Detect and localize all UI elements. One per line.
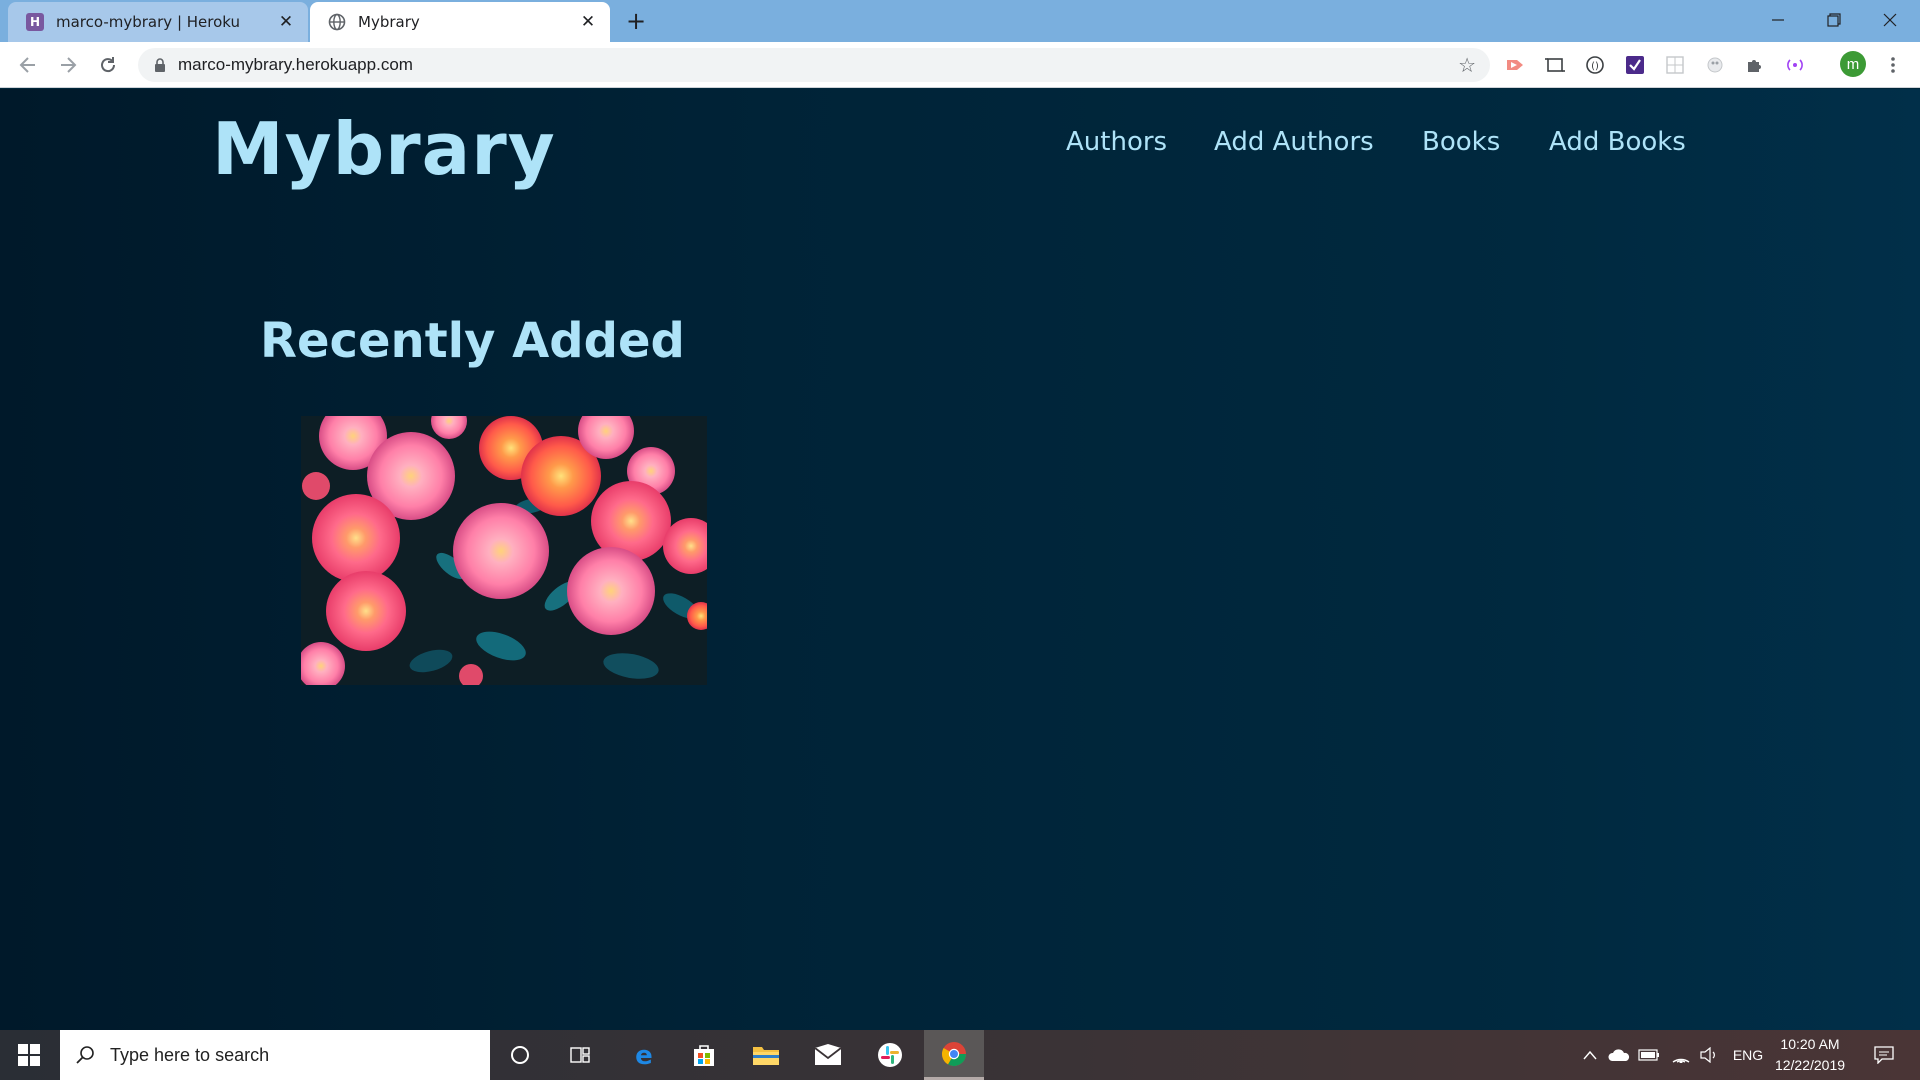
cortana-icon[interactable] bbox=[490, 1030, 550, 1080]
new-tab-button[interactable]: + bbox=[622, 7, 650, 35]
back-icon[interactable] bbox=[14, 51, 42, 79]
browser-toolbar: marco-mybrary.herokuapp.com ☆ () bbox=[0, 42, 1920, 88]
close-icon[interactable]: ✕ bbox=[274, 10, 298, 34]
taskbar-search[interactable]: Type here to search bbox=[60, 1030, 490, 1080]
bookmark-star-icon[interactable]: ☆ bbox=[1458, 53, 1476, 77]
nav-authors[interactable]: Authors bbox=[1066, 127, 1167, 157]
show-hidden-icons[interactable] bbox=[1578, 1030, 1602, 1080]
bubble-extension-icon[interactable] bbox=[1704, 54, 1726, 76]
checkmark-extension-icon[interactable] bbox=[1624, 54, 1646, 76]
grid-extension-icon[interactable] bbox=[1664, 54, 1686, 76]
globe-icon bbox=[328, 13, 346, 31]
tab-strip: H marco-mybrary | Heroku ✕ Mybrary ✕ + bbox=[0, 0, 1920, 42]
menu-kebab-icon[interactable] bbox=[1882, 54, 1904, 76]
close-icon[interactable]: ✕ bbox=[576, 10, 600, 34]
volume-icon[interactable] bbox=[1696, 1030, 1722, 1080]
battery-icon[interactable] bbox=[1636, 1030, 1662, 1080]
heroku-icon: H bbox=[26, 13, 44, 31]
restore-icon[interactable] bbox=[1806, 0, 1862, 40]
mail-icon[interactable] bbox=[798, 1030, 858, 1080]
store-icon[interactable] bbox=[674, 1030, 734, 1080]
wifi-icon[interactable] bbox=[1668, 1030, 1694, 1080]
search-placeholder: Type here to search bbox=[110, 1044, 270, 1065]
pointer-extension-icon[interactable] bbox=[1504, 54, 1526, 76]
privacy-extension-icon[interactable]: () bbox=[1584, 54, 1606, 76]
tab-heroku[interactable]: H marco-mybrary | Heroku ✕ bbox=[8, 2, 308, 42]
broadcast-extension-icon[interactable] bbox=[1784, 54, 1806, 76]
profile-avatar[interactable]: m bbox=[1840, 51, 1866, 77]
tab-title: marco-mybrary | Heroku bbox=[56, 13, 241, 31]
edge-icon[interactable]: e bbox=[614, 1030, 674, 1080]
taskbar-clock[interactable]: 10:20 AM 12/22/2019 bbox=[1764, 1034, 1856, 1076]
file-explorer-icon[interactable] bbox=[736, 1030, 796, 1080]
slack-icon[interactable] bbox=[860, 1030, 920, 1080]
page-content: Mybrary Authors Add Authors Books Add Bo… bbox=[0, 89, 1920, 1030]
tab-mybrary[interactable]: Mybrary ✕ bbox=[310, 2, 610, 42]
flower-photo bbox=[301, 416, 707, 685]
notifications-icon[interactable] bbox=[1864, 1030, 1904, 1080]
section-heading: Recently Added bbox=[260, 313, 685, 369]
close-window-icon[interactable] bbox=[1862, 0, 1918, 40]
windows-start-icon[interactable] bbox=[0, 1030, 58, 1080]
svg-text:(): () bbox=[1591, 61, 1599, 72]
url-text: marco-mybrary.herokuapp.com bbox=[178, 55, 413, 74]
puzzle-icon[interactable] bbox=[1744, 54, 1766, 76]
windows-taskbar: Type here to search e ENG 10:20 AM 12/22 bbox=[0, 1030, 1920, 1080]
chrome-icon[interactable] bbox=[924, 1030, 984, 1080]
site-logo[interactable]: Mybrary bbox=[212, 107, 556, 191]
onedrive-icon[interactable] bbox=[1606, 1030, 1632, 1080]
lock-icon[interactable] bbox=[152, 57, 168, 73]
nav-books[interactable]: Books bbox=[1422, 127, 1500, 157]
svg-text:e: e bbox=[635, 1042, 653, 1068]
screenshot-extension-icon[interactable] bbox=[1544, 54, 1566, 76]
clock-time: 10:20 AM bbox=[1780, 1036, 1840, 1052]
clock-date: 12/22/2019 bbox=[1774, 1057, 1846, 1073]
nav-add-books[interactable]: Add Books bbox=[1549, 127, 1686, 157]
forward-icon[interactable] bbox=[54, 51, 82, 79]
language-indicator[interactable]: ENG bbox=[1728, 1030, 1768, 1080]
search-icon bbox=[76, 1046, 94, 1064]
minimize-icon[interactable] bbox=[1750, 0, 1806, 40]
nav-add-authors[interactable]: Add Authors bbox=[1214, 127, 1374, 157]
address-bar[interactable]: marco-mybrary.herokuapp.com ☆ bbox=[138, 48, 1490, 82]
task-view-icon[interactable] bbox=[550, 1030, 610, 1080]
reload-icon[interactable] bbox=[94, 51, 122, 79]
tab-title: Mybrary bbox=[358, 13, 420, 31]
book-cover[interactable] bbox=[301, 416, 707, 685]
